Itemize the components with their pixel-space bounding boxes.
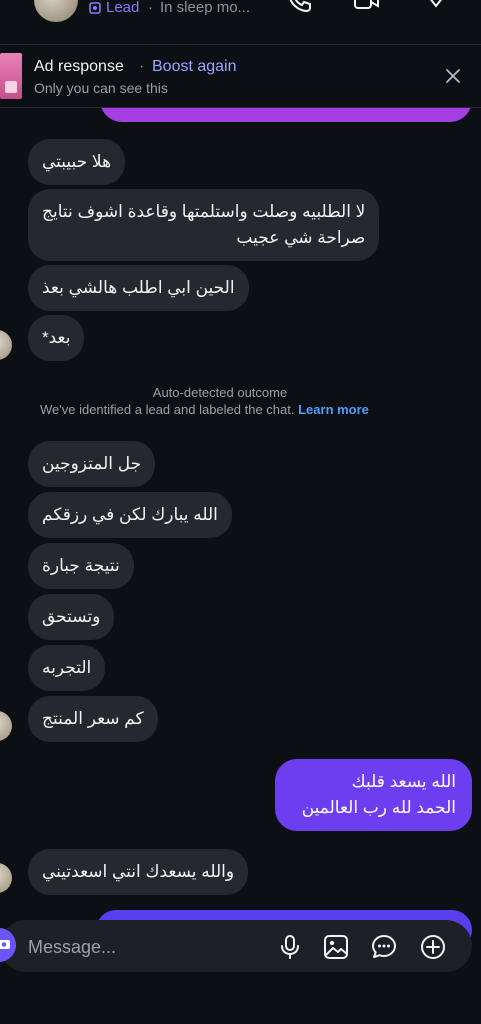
close-icon[interactable] (444, 67, 462, 85)
phone-icon[interactable] (286, 0, 314, 14)
incoming-message[interactable]: هلا حبيبتي (28, 139, 126, 185)
outcome-description: We've identified a lead and labeled the … (40, 402, 369, 417)
incoming-message[interactable]: والله يسعدك انتي اسعدتيني (28, 849, 249, 895)
video-call-icon[interactable] (352, 0, 380, 14)
sender-avatar[interactable] (0, 863, 12, 893)
ad-visibility-note: Only you can see this (34, 80, 168, 96)
microphone-icon[interactable] (276, 933, 304, 961)
incoming-message[interactable]: نتيجة جبارة (28, 543, 134, 589)
camera-icon (0, 940, 10, 949)
incoming-message[interactable]: الحين ابي اطلب هالشي بعذ (28, 265, 249, 311)
chat-header: Lead · In sleep mo... (0, 0, 481, 45)
sender-avatar[interactable] (0, 711, 12, 741)
ad-response-title: Ad response (34, 58, 124, 75)
tag-icon[interactable] (422, 0, 450, 14)
header-separator: · (148, 0, 153, 16)
gallery-icon[interactable] (322, 933, 350, 961)
message-input[interactable] (28, 934, 258, 960)
message-line: الله يسعد قلبك (351, 772, 456, 791)
outcome-title: Auto-detected outcome (152, 385, 288, 400)
bottom-safe-area (0, 980, 481, 1024)
incoming-message[interactable]: بعد* (28, 315, 85, 361)
message-line: الحمد لله رب العالمين (301, 798, 456, 817)
message-line: لا الطلبيه وصلت واستلمتها وقاعدة اشوف نت… (42, 202, 366, 221)
chat-screen: Lead · In sleep mo... Ad response · Boos… (0, 0, 481, 1024)
lead-tag-icon (89, 2, 101, 14)
message-line: صراحة شي عجيب (236, 228, 366, 247)
incoming-message[interactable]: كم سعر المنتج (28, 696, 158, 742)
lead-label[interactable]: Lead (106, 0, 139, 16)
ad-response-banner: Ad response · Boost again Only you can s… (0, 45, 481, 108)
add-icon[interactable] (419, 933, 447, 961)
incoming-message[interactable]: الله يبارك لكن في رزقكم (28, 492, 232, 538)
incoming-message[interactable]: جل المتزوجين (28, 441, 156, 487)
ad-separator: · (139, 58, 145, 75)
incoming-message[interactable]: التجربه (28, 645, 106, 691)
learn-more-link[interactable]: Learn more (298, 402, 369, 417)
sender-avatar[interactable] (0, 330, 12, 360)
incoming-message[interactable]: لا الطلبيه وصلت واستلمتها وقاعدة اشوف نت… (28, 189, 380, 261)
ad-thumbnail[interactable] (0, 53, 22, 99)
outcome-text: We've identified a lead and labeled the … (40, 402, 295, 417)
contact-avatar[interactable] (34, 0, 78, 22)
boost-again-link[interactable]: Boost again (152, 58, 237, 76)
outgoing-message[interactable]: الله يسعد قلبك الحمد لله رب العالمين (275, 759, 472, 831)
contact-status: In sleep mo... (160, 0, 251, 16)
sticker-chat-icon[interactable] (370, 933, 398, 961)
incoming-message[interactable]: وتستحق (28, 594, 115, 640)
